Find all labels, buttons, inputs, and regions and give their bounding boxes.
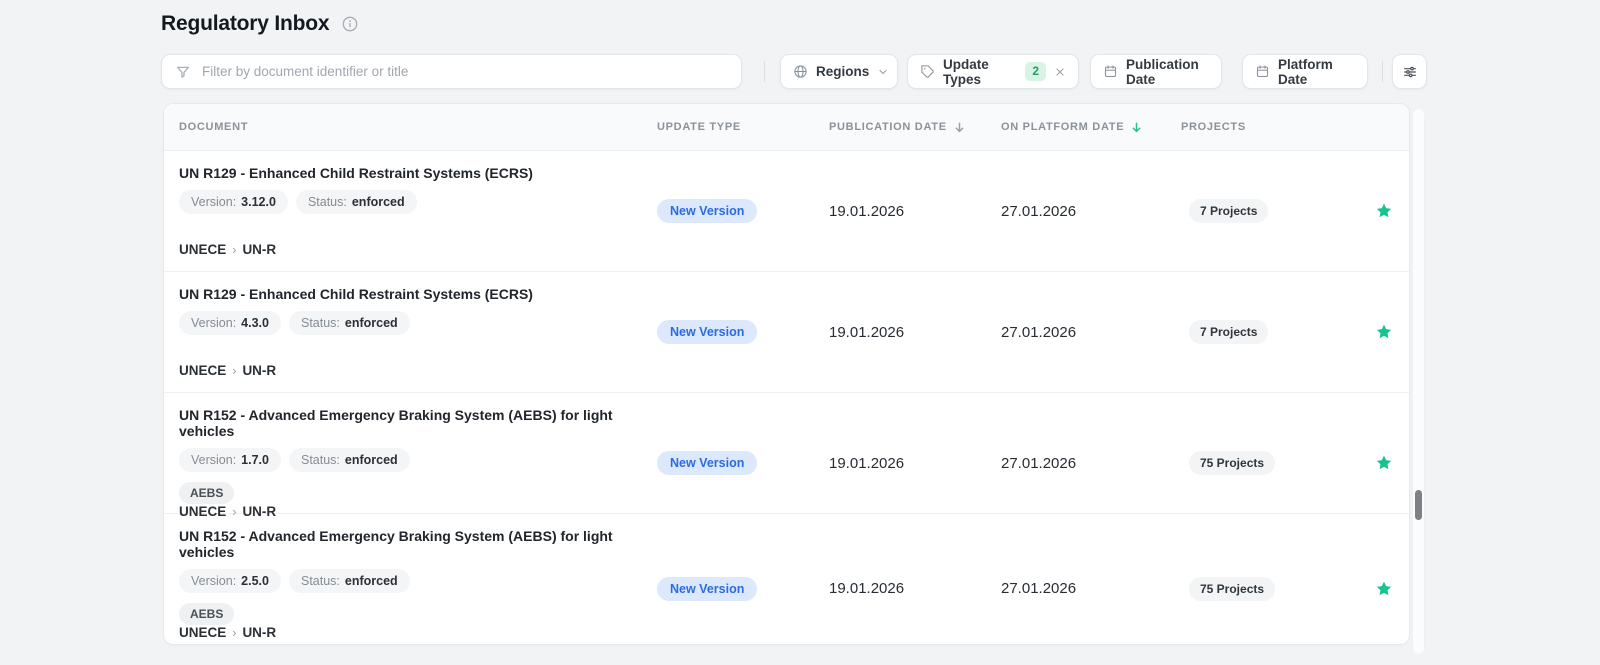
- update-type-badge: New Version: [657, 577, 757, 601]
- document-title: UN R129 - Enhanced Child Restraint Syste…: [179, 165, 533, 181]
- info-icon[interactable]: [342, 16, 358, 32]
- platform-date-value: 27.01.2026: [1001, 203, 1181, 220]
- scrollbar-track[interactable]: [1412, 108, 1425, 655]
- status-pill: Status: enforced: [289, 311, 410, 335]
- projects-count-badge: 7 Projects: [1189, 199, 1268, 223]
- document-meta: Version: 2.5.0 Status: enforced: [179, 569, 410, 593]
- update-types-filter-label: Update Types: [943, 57, 1017, 87]
- document-cell: UN R129 - Enhanced Child Restraint Syste…: [164, 151, 657, 271]
- document-title: UN R152 - Advanced Emergency Braking Sys…: [179, 407, 647, 439]
- table-row[interactable]: UN R129 - Enhanced Child Restraint Syste…: [164, 272, 1409, 393]
- publication-date-value: 19.01.2026: [829, 580, 1001, 597]
- status-pill: Status: enforced: [296, 190, 417, 214]
- filter-funnel-icon: [175, 64, 191, 80]
- chevron-down-icon: [877, 66, 889, 78]
- projects-count-badge: 75 Projects: [1189, 577, 1275, 601]
- document-meta: Version: 1.7.0 Status: enforced: [179, 448, 410, 472]
- platform-date-value: 27.01.2026: [1001, 455, 1181, 472]
- filter-divider: [1382, 61, 1383, 82]
- star-icon[interactable]: [1371, 580, 1409, 598]
- projects-count-badge: 75 Projects: [1189, 451, 1275, 475]
- breadcrumb: UNECE › UN-R: [179, 242, 276, 257]
- globe-icon: [793, 64, 808, 79]
- regulatory-inbox-table: DOCUMENT UPDATE TYPE PUBLICATION DATE ON…: [163, 103, 1410, 645]
- regions-filter-label: Regions: [816, 64, 869, 79]
- scrollbar-thumb[interactable]: [1415, 490, 1422, 520]
- projects-count-badge: 7 Projects: [1189, 320, 1268, 344]
- sort-down-icon: [953, 121, 966, 134]
- update-type-cell: New Version: [657, 454, 829, 472]
- version-pill: Version: 2.5.0: [179, 569, 281, 593]
- update-types-filter-button[interactable]: Update Types 2: [907, 54, 1079, 89]
- close-icon[interactable]: [1054, 66, 1066, 78]
- document-tag: AEBS: [179, 482, 234, 504]
- regions-filter-button[interactable]: Regions: [780, 54, 898, 89]
- column-header-publication-date[interactable]: PUBLICATION DATE: [829, 121, 1001, 134]
- tag-icon: [920, 64, 935, 79]
- update-type-cell: New Version: [657, 323, 829, 341]
- update-type-cell: New Version: [657, 202, 829, 220]
- column-header-document: DOCUMENT: [164, 121, 657, 133]
- breadcrumb-separator: ›: [232, 626, 236, 640]
- document-meta: Version: 4.3.0 Status: enforced: [179, 311, 410, 335]
- version-pill: Version: 1.7.0: [179, 448, 281, 472]
- column-header-update-type: UPDATE TYPE: [657, 121, 829, 133]
- breadcrumb: UNECE › UN-R: [179, 363, 276, 378]
- page-title: Regulatory Inbox: [161, 12, 329, 36]
- platform-date-value: 27.01.2026: [1001, 580, 1181, 597]
- search-box[interactable]: [161, 54, 742, 89]
- publication-date-value: 19.01.2026: [829, 324, 1001, 341]
- column-header-platform-date[interactable]: ON PLATFORM DATE: [1001, 121, 1181, 134]
- calendar-icon: [1255, 64, 1270, 79]
- version-pill: Version: 3.12.0: [179, 190, 288, 214]
- projects-cell: 75 Projects: [1181, 454, 1371, 472]
- update-type-badge: New Version: [657, 199, 757, 223]
- search-input[interactable]: [200, 63, 728, 80]
- update-type-badge: New Version: [657, 320, 757, 344]
- publication-date-filter-button[interactable]: Publication Date: [1090, 54, 1222, 89]
- breadcrumb-separator: ›: [232, 243, 236, 257]
- column-header-projects: PROJECTS: [1181, 121, 1371, 133]
- breadcrumb-separator: ›: [232, 364, 236, 378]
- star-icon[interactable]: [1371, 454, 1409, 472]
- status-pill: Status: enforced: [289, 569, 410, 593]
- update-type-cell: New Version: [657, 580, 829, 598]
- document-cell: UN R129 - Enhanced Child Restraint Syste…: [164, 272, 657, 392]
- table-header-row: DOCUMENT UPDATE TYPE PUBLICATION DATE ON…: [164, 104, 1409, 151]
- document-meta: Version: 3.12.0 Status: enforced: [179, 190, 417, 214]
- star-icon[interactable]: [1371, 202, 1409, 220]
- platform-date-filter-label: Platform Date: [1278, 57, 1355, 87]
- publication-date-value: 19.01.2026: [829, 203, 1001, 220]
- document-title: UN R152 - Advanced Emergency Braking Sys…: [179, 528, 647, 560]
- update-type-badge: New Version: [657, 451, 757, 475]
- table-row[interactable]: UN R152 - Advanced Emergency Braking Sys…: [164, 514, 1409, 644]
- page-header: Regulatory Inbox: [161, 12, 358, 36]
- sort-down-active-icon: [1130, 121, 1143, 134]
- platform-date-value: 27.01.2026: [1001, 324, 1181, 341]
- projects-cell: 75 Projects: [1181, 580, 1371, 598]
- document-cell: UN R152 - Advanced Emergency Braking Sys…: [164, 393, 657, 533]
- breadcrumb: UNECE › UN-R: [179, 625, 276, 640]
- version-pill: Version: 4.3.0: [179, 311, 281, 335]
- publication-date-value: 19.01.2026: [829, 455, 1001, 472]
- calendar-icon: [1103, 64, 1118, 79]
- document-cell: UN R152 - Advanced Emergency Braking Sys…: [164, 514, 657, 645]
- sliders-icon: [1402, 64, 1418, 80]
- status-pill: Status: enforced: [289, 448, 410, 472]
- star-icon[interactable]: [1371, 323, 1409, 341]
- projects-cell: 7 Projects: [1181, 202, 1371, 220]
- table-row[interactable]: UN R152 - Advanced Emergency Braking Sys…: [164, 393, 1409, 514]
- table-row[interactable]: UN R129 - Enhanced Child Restraint Syste…: [164, 151, 1409, 272]
- document-title: UN R129 - Enhanced Child Restraint Syste…: [179, 286, 533, 302]
- document-tag: AEBS: [179, 603, 234, 625]
- filter-divider: [764, 61, 765, 82]
- view-settings-button[interactable]: [1392, 54, 1427, 89]
- publication-date-filter-label: Publication Date: [1126, 57, 1209, 87]
- projects-cell: 7 Projects: [1181, 323, 1371, 341]
- platform-date-filter-button[interactable]: Platform Date: [1242, 54, 1368, 89]
- update-types-count-badge: 2: [1025, 62, 1046, 80]
